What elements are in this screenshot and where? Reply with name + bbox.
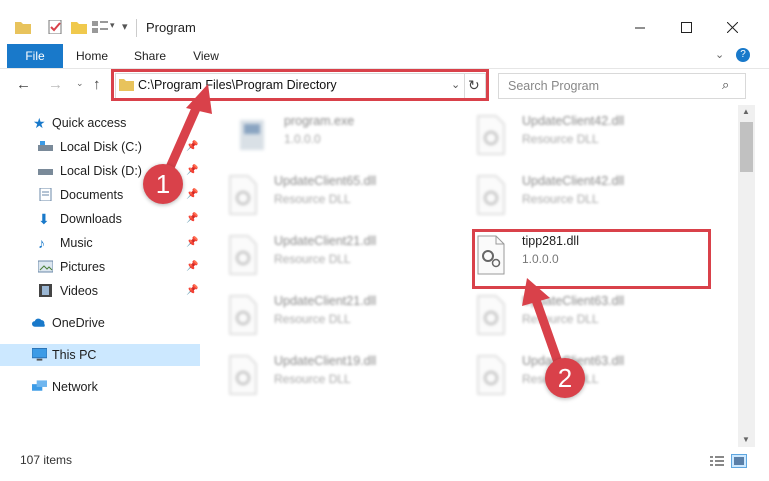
arrow-1-shaft — [163, 102, 203, 174]
arrow-1-head — [186, 84, 212, 114]
callout-2: 2 — [545, 358, 585, 398]
arrow-2-shaft — [531, 298, 565, 370]
callout-1: 1 — [143, 164, 183, 204]
arrow-2-head — [522, 278, 550, 306]
annotation-arrows — [163, 84, 565, 370]
